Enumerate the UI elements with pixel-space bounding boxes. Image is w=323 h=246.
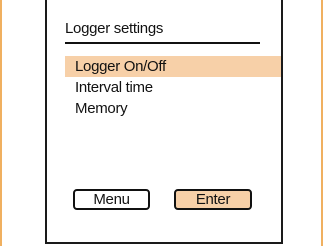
menu-button[interactable]: Menu (73, 189, 150, 210)
device-screen: Logger settings Logger On/Off Interval t… (45, 0, 283, 244)
menu-item-interval-time[interactable]: Interval time (65, 77, 281, 98)
device-frame: Logger settings Logger On/Off Interval t… (0, 0, 323, 246)
settings-menu: Logger On/Off Interval time Memory (65, 56, 281, 119)
screen-title: Logger settings (65, 20, 164, 37)
title-underline (65, 42, 260, 44)
menu-item-memory[interactable]: Memory (65, 98, 281, 119)
enter-button[interactable]: Enter (174, 189, 252, 210)
menu-item-logger-on-off[interactable]: Logger On/Off (65, 56, 281, 77)
